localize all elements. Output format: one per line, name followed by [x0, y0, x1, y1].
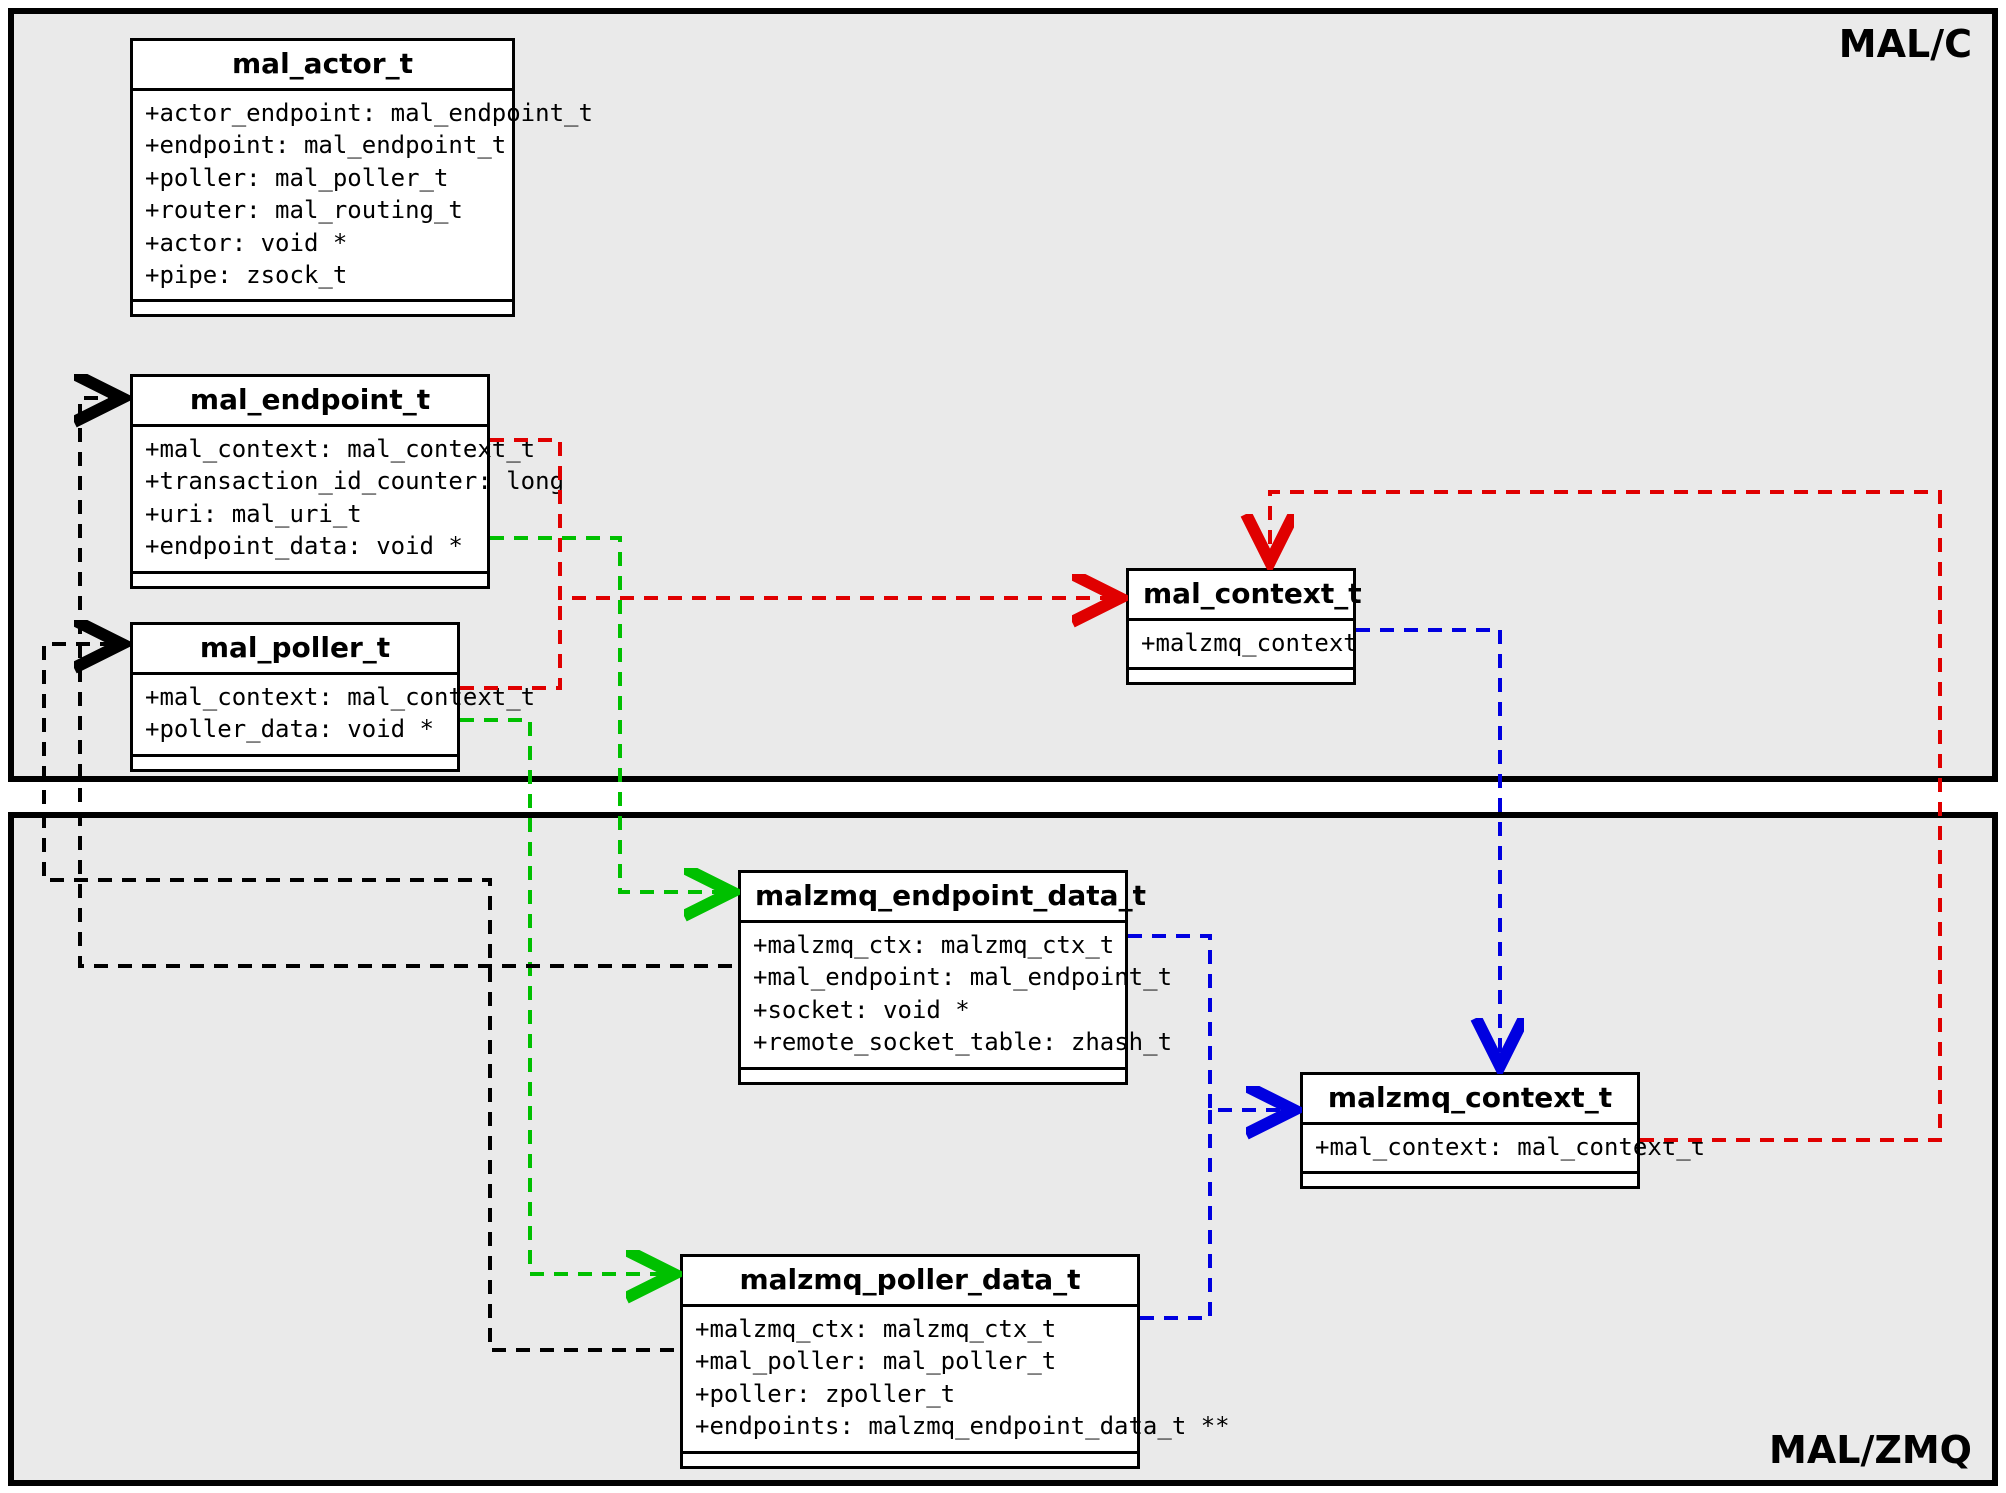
class-mal-poller-t: mal_poller_t +mal_context: mal_context_t… [130, 622, 460, 772]
class-attrs: +mal_context: mal_context_t +poller_data… [133, 675, 457, 757]
class-malzmq-context-t: malzmq_context_t +mal_context: mal_conte… [1300, 1072, 1640, 1189]
class-title: mal_endpoint_t [133, 377, 487, 427]
class-title: malzmq_context_t [1303, 1075, 1637, 1125]
attr: +uri: mal_uri_t [145, 498, 475, 530]
attr: +transaction_id_counter: long [145, 465, 475, 497]
class-ops [133, 574, 487, 586]
class-mal-endpoint-t: mal_endpoint_t +mal_context: mal_context… [130, 374, 490, 589]
class-title: malzmq_endpoint_data_t [741, 873, 1125, 923]
class-attrs: +mal_context: mal_context_t [1303, 1125, 1637, 1174]
attr: +mal_endpoint: mal_endpoint_t [753, 961, 1113, 993]
attr: +actor: void * [145, 227, 500, 259]
attr: +remote_socket_table: zhash_t [753, 1026, 1113, 1058]
attr: +poller: zpoller_t [695, 1378, 1125, 1410]
class-ops [1129, 670, 1353, 682]
attr: +endpoint_data: void * [145, 530, 475, 562]
attr: +mal_poller: mal_poller_t [695, 1345, 1125, 1377]
class-title: malzmq_poller_data_t [683, 1257, 1137, 1307]
class-malzmq-poller-data-t: malzmq_poller_data_t +malzmq_ctx: malzmq… [680, 1254, 1140, 1469]
class-attrs: +actor_endpoint: mal_endpoint_t +endpoin… [133, 91, 512, 302]
class-title: mal_poller_t [133, 625, 457, 675]
attr: +endpoints: malzmq_endpoint_data_t ** [695, 1410, 1125, 1442]
class-ops [683, 1454, 1137, 1466]
class-ops [133, 757, 457, 769]
class-mal-context-t: mal_context_t +malzmq_context [1126, 568, 1356, 685]
attr: +actor_endpoint: mal_endpoint_t [145, 97, 500, 129]
class-attrs: +malzmq_ctx: malzmq_ctx_t +mal_endpoint:… [741, 923, 1125, 1070]
attr: +poller: mal_poller_t [145, 162, 500, 194]
class-attrs: +malzmq_ctx: malzmq_ctx_t +mal_poller: m… [683, 1307, 1137, 1454]
attr: +mal_context: mal_context_t [145, 433, 475, 465]
class-attrs: +malzmq_context [1129, 621, 1353, 670]
class-ops [133, 302, 512, 314]
class-attrs: +mal_context: mal_context_t +transaction… [133, 427, 487, 574]
diagram-canvas: MAL/C MAL/ZMQ mal_actor_t +actor_endpoin… [0, 0, 2006, 1493]
class-ops [1303, 1174, 1637, 1186]
attr: +pipe: zsock_t [145, 259, 500, 291]
class-title: mal_actor_t [133, 41, 512, 91]
attr: +poller_data: void * [145, 713, 445, 745]
attr: +endpoint: mal_endpoint_t [145, 129, 500, 161]
class-mal-actor-t: mal_actor_t +actor_endpoint: mal_endpoin… [130, 38, 515, 317]
attr: +router: mal_routing_t [145, 194, 500, 226]
package-label-top: MAL/C [1839, 22, 1972, 66]
class-malzmq-endpoint-data-t: malzmq_endpoint_data_t +malzmq_ctx: malz… [738, 870, 1128, 1085]
attr: +malzmq_context [1141, 627, 1341, 659]
attr: +socket: void * [753, 994, 1113, 1026]
attr: +mal_context: mal_context_t [1315, 1131, 1625, 1163]
class-title: mal_context_t [1129, 571, 1353, 621]
class-ops [741, 1070, 1125, 1082]
package-label-bottom: MAL/ZMQ [1769, 1428, 1972, 1472]
attr: +malzmq_ctx: malzmq_ctx_t [753, 929, 1113, 961]
attr: +malzmq_ctx: malzmq_ctx_t [695, 1313, 1125, 1345]
attr: +mal_context: mal_context_t [145, 681, 445, 713]
